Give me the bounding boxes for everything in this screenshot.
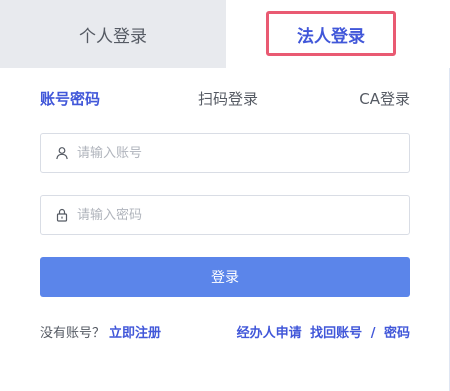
tab-account-password[interactable]: 账号密码	[40, 88, 100, 109]
tab-scan-login[interactable]: 扫码登录	[198, 88, 258, 109]
help-links: 经办人申请 找回账号 / 密码	[237, 322, 410, 341]
password-input[interactable]	[77, 200, 377, 230]
tab-corporate-label: 法人登录	[297, 26, 365, 47]
agent-apply-link[interactable]: 经办人申请	[237, 326, 302, 341]
login-footer: 没有账号？ 立即注册 经办人申请 找回账号 / 密码	[40, 322, 410, 342]
no-account-prompt: 没有账号？ 立即注册	[40, 322, 161, 341]
tab-corporate-login[interactable]: 法人登录	[226, 0, 450, 68]
login-panel: 个人登录 法人登录 账号密码 扫码登录 CA登录 登录	[0, 0, 450, 391]
tab-personal-login[interactable]: 个人登录	[0, 0, 226, 68]
login-method-tabs: 账号密码 扫码登录 CA登录	[40, 88, 410, 112]
find-password-link[interactable]: 密码	[384, 326, 410, 341]
lock-icon	[55, 208, 69, 222]
password-field[interactable]	[40, 195, 410, 235]
tab-personal-label: 个人登录	[79, 26, 147, 47]
user-icon	[55, 146, 69, 160]
find-account-link[interactable]: 找回账号	[310, 326, 362, 341]
login-button[interactable]: 登录	[40, 257, 410, 297]
link-separator: /	[370, 326, 376, 341]
register-link[interactable]: 立即注册	[109, 326, 161, 341]
login-type-tabs: 个人登录 法人登录	[0, 0, 450, 68]
account-input[interactable]	[77, 138, 377, 168]
account-field[interactable]	[40, 133, 410, 173]
tab-ca-login[interactable]: CA登录	[359, 88, 410, 109]
no-account-text: 没有账号？	[40, 326, 106, 341]
